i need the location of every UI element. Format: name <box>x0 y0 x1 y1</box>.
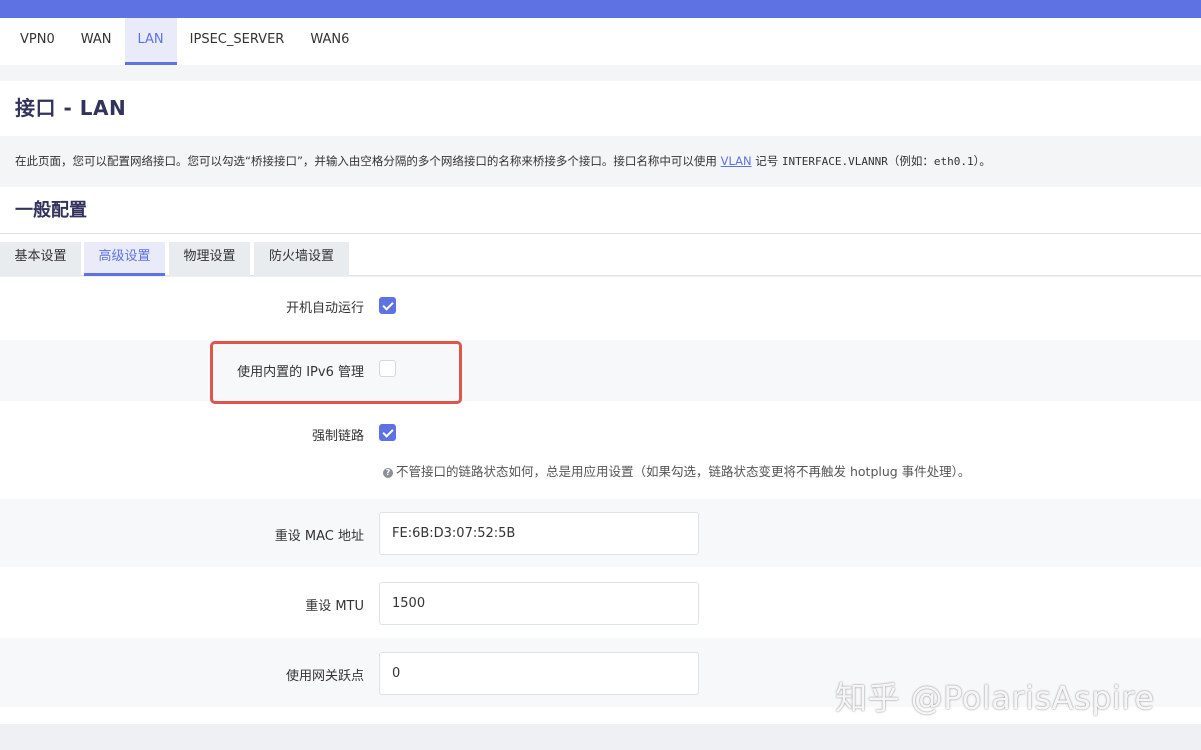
force-link-checkbox[interactable] <box>379 424 396 441</box>
subtab-firewall[interactable]: 防火墙设置 <box>254 242 349 276</box>
tab-vpn0[interactable]: VPN0 <box>7 18 68 65</box>
row-builtin-ipv6: 使用内置的 IPv6 管理 <box>0 340 1201 401</box>
force-link-hint: ? 不管接口的链路状态如何，总是用应用设置（如果勾选，链路状态变更将不再触发 ho… <box>383 461 970 480</box>
section-header: 一般配置 <box>0 187 1201 234</box>
top-accent-bar <box>0 0 1201 18</box>
interface-tabs: VPN0 WAN LAN IPSEC_SERVER WAN6 <box>0 18 1201 65</box>
row-mtu-override: 重设 MTU <box>0 567 1201 638</box>
tab-wan6[interactable]: WAN6 <box>297 18 362 65</box>
annotation-highlight-box <box>210 341 462 404</box>
row-auto-start: 开机自动运行 <box>0 277 1201 340</box>
page-title: 接口 - LAN <box>15 96 127 120</box>
code-eth0-1: eth0.1 <box>933 155 974 168</box>
description-text: ）。 <box>973 154 991 168</box>
vlan-link[interactable]: VLAN <box>721 154 752 168</box>
auto-start-checkbox[interactable] <box>379 297 396 314</box>
description-text: （例如： <box>887 154 934 168</box>
mac-override-input[interactable] <box>379 512 699 555</box>
mtu-override-label: 重设 MTU <box>305 599 364 614</box>
config-subtabs: 基本设置 高级设置 物理设置 防火墙设置 <box>0 234 1201 276</box>
code-interface-vlannr: INTERFACE.VLANNR <box>781 155 888 168</box>
tab-ipsec-server[interactable]: IPSEC_SERVER <box>177 18 298 65</box>
subtab-physical[interactable]: 物理设置 <box>169 242 250 276</box>
force-link-hint-text: 不管接口的链路状态如何，总是用应用设置（如果勾选，链路状态变更将不再触发 hot… <box>396 464 971 479</box>
question-circle-icon: ? <box>383 468 393 478</box>
tab-wan[interactable]: WAN <box>68 18 125 65</box>
description-text: 记号 <box>751 154 782 168</box>
force-link-label: 强制链路 <box>311 429 364 444</box>
mtu-override-input[interactable] <box>379 582 699 625</box>
spacer <box>0 65 1201 81</box>
row-force-link: 强制链路 ? 不管接口的链路状态如何，总是用应用设置（如果勾选，链路状态变更将不再… <box>0 401 1201 499</box>
section-title: 一般配置 <box>15 200 87 221</box>
watermark: 知乎 @PolarisAspire <box>835 679 1155 717</box>
tab-lan[interactable]: LAN <box>124 18 177 65</box>
gateway-metric-label: 使用网关跃点 <box>285 669 364 684</box>
description-text: 在此页面，您可以配置网络接口。您可以勾选“桥接接口”，并输入由空格分隔的多个网络… <box>15 154 721 168</box>
gateway-metric-input[interactable] <box>379 652 699 695</box>
page-description: 在此页面，您可以配置网络接口。您可以勾选“桥接接口”，并输入由空格分隔的多个网络… <box>0 136 1201 187</box>
page-header: 接口 - LAN <box>0 81 1201 136</box>
subtab-advanced[interactable]: 高级设置 <box>84 242 165 276</box>
subtab-basic[interactable]: 基本设置 <box>0 242 81 276</box>
auto-start-label: 开机自动运行 <box>285 301 364 316</box>
mac-override-label: 重设 MAC 地址 <box>274 529 364 544</box>
row-mac-override: 重设 MAC 地址 <box>0 499 1201 567</box>
